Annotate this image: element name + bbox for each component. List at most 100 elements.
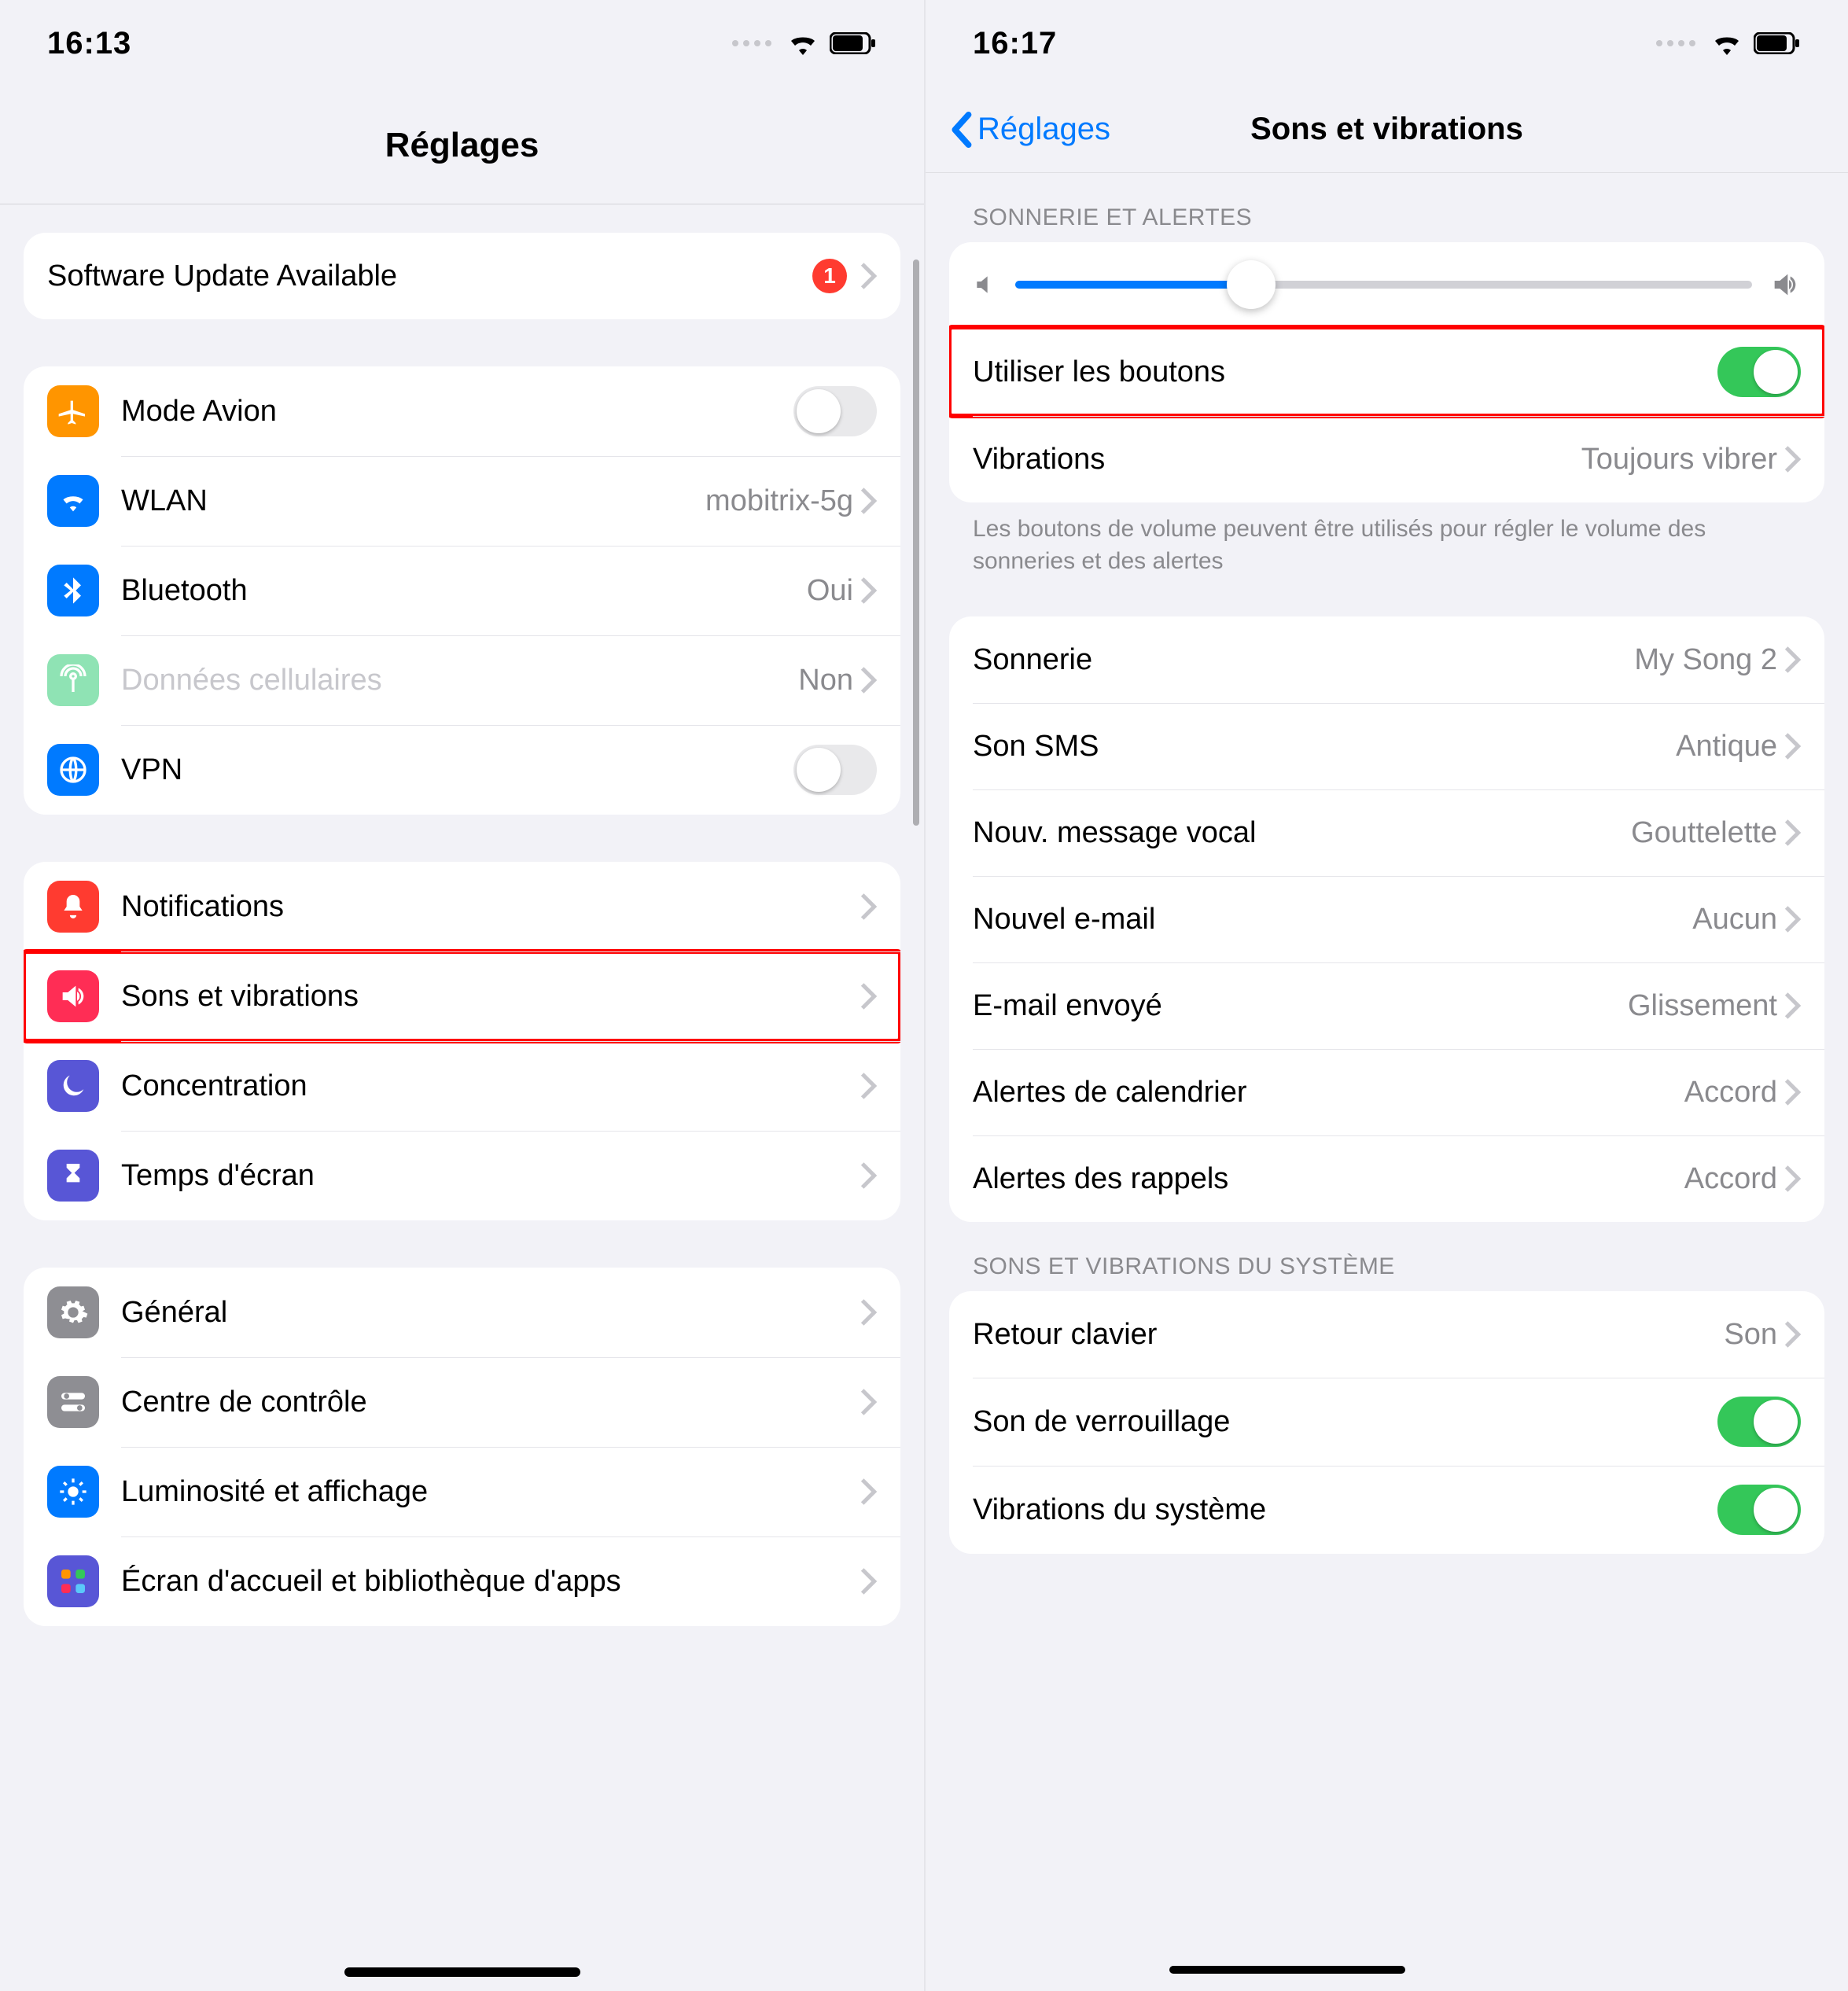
back-button[interactable]: Réglages bbox=[949, 112, 1110, 148]
general-row[interactable]: Général bbox=[24, 1268, 900, 1357]
sms-label: Son SMS bbox=[973, 730, 1676, 764]
cellular-value: Non bbox=[798, 664, 853, 697]
sysvib-toggle[interactable] bbox=[1717, 1485, 1801, 1535]
airplane-toggle[interactable] bbox=[793, 386, 877, 436]
email-row[interactable]: Nouvel e-mailAucun bbox=[949, 876, 1824, 962]
section-footer-ringer: Les boutons de volume peuvent être utili… bbox=[949, 502, 1824, 577]
use-buttons-row[interactable]: Utiliser les boutons bbox=[949, 327, 1824, 416]
notifications-row[interactable]: Notifications bbox=[24, 862, 900, 951]
lock-label: Son de verrouillage bbox=[973, 1405, 1717, 1439]
sms-row[interactable]: Son SMSAntique bbox=[949, 703, 1824, 789]
voicemail-row[interactable]: Nouv. message vocalGouttelette bbox=[949, 789, 1824, 876]
use-buttons-toggle[interactable] bbox=[1717, 347, 1801, 397]
antenna-icon bbox=[47, 654, 99, 706]
section-header-system: SONS ET VIBRATIONS DU SYSTÈME bbox=[949, 1222, 1824, 1291]
display-row[interactable]: Luminosité et affichage bbox=[24, 1447, 900, 1536]
phone-sounds: 16:17 Réglages Sons et vibrations SONNER… bbox=[924, 0, 1848, 1991]
keyboard-value: Son bbox=[1724, 1318, 1777, 1352]
wlan-row[interactable]: WLAN mobitrix-5g bbox=[24, 456, 900, 546]
homescreen-row[interactable]: Écran d'accueil et bibliothèque d'apps bbox=[24, 1536, 900, 1626]
speaker-icon bbox=[47, 970, 99, 1022]
bell-icon bbox=[47, 881, 99, 933]
voicemail-value: Gouttelette bbox=[1631, 816, 1777, 850]
vibration-value: Toujours vibrer bbox=[1581, 443, 1777, 477]
update-badge: 1 bbox=[812, 259, 847, 293]
vibration-row[interactable]: Vibrations Toujours vibrer bbox=[949, 416, 1824, 502]
volume-slider[interactable] bbox=[1015, 281, 1752, 289]
chevron-right-icon bbox=[861, 667, 877, 694]
cellular-row[interactable]: Données cellulaires Non bbox=[24, 635, 900, 725]
vibration-label: Vibrations bbox=[973, 443, 1581, 477]
bluetooth-value: Oui bbox=[807, 574, 853, 608]
ringtone-row[interactable]: SonnerieMy Song 2 bbox=[949, 616, 1824, 703]
status-bar: 16:13 bbox=[0, 0, 924, 86]
cellular-label: Données cellulaires bbox=[121, 664, 798, 697]
bluetooth-row[interactable]: Bluetooth Oui bbox=[24, 546, 900, 635]
wlan-value: mobitrix-5g bbox=[705, 484, 853, 518]
wifi-icon bbox=[787, 31, 819, 55]
control-center-label: Centre de contrôle bbox=[121, 1386, 861, 1419]
keyboard-label: Retour clavier bbox=[973, 1318, 1724, 1352]
chevron-right-icon bbox=[861, 983, 877, 1010]
vpn-toggle[interactable] bbox=[793, 745, 877, 795]
home-indicator[interactable] bbox=[344, 1967, 580, 1977]
screentime-row[interactable]: Temps d'écran bbox=[24, 1131, 900, 1220]
chevron-right-icon bbox=[1785, 1079, 1801, 1106]
vpn-row[interactable]: VPN bbox=[24, 725, 900, 815]
calendar-row[interactable]: Alertes de calendrierAccord bbox=[949, 1049, 1824, 1135]
chevron-right-icon bbox=[1785, 992, 1801, 1019]
chevron-right-icon bbox=[861, 1299, 877, 1326]
display-label: Luminosité et affichage bbox=[121, 1475, 861, 1509]
speaker-high-icon bbox=[1769, 269, 1801, 300]
use-buttons-label: Utiliser les boutons bbox=[973, 355, 1717, 389]
status-clock: 16:17 bbox=[973, 26, 1057, 61]
speaker-low-icon bbox=[973, 272, 998, 297]
chevron-right-icon bbox=[861, 488, 877, 514]
software-update-label: Software Update Available bbox=[47, 259, 812, 293]
sentmail-row[interactable]: E-mail envoyéGlissement bbox=[949, 962, 1824, 1049]
phone-settings: 16:13 Réglages Software Update Available… bbox=[0, 0, 924, 1991]
sounds-row[interactable]: Sons et vibrations bbox=[24, 951, 900, 1041]
bluetooth-icon bbox=[47, 565, 99, 616]
back-label: Réglages bbox=[977, 112, 1110, 147]
chevron-right-icon bbox=[1785, 446, 1801, 473]
chevron-right-icon bbox=[1785, 1321, 1801, 1348]
reminders-row[interactable]: Alertes des rappelsAccord bbox=[949, 1135, 1824, 1222]
keyboard-row[interactable]: Retour clavierSon bbox=[949, 1291, 1824, 1378]
sentmail-label: E-mail envoyé bbox=[973, 989, 1628, 1023]
volume-slider-row bbox=[949, 242, 1824, 327]
chevron-right-icon bbox=[861, 1389, 877, 1415]
section-header-ringer: SONNERIE ET ALERTES bbox=[949, 173, 1824, 242]
sysvib-label: Vibrations du système bbox=[973, 1493, 1717, 1527]
lock-row[interactable]: Son de verrouillage bbox=[949, 1378, 1824, 1466]
home-indicator[interactable] bbox=[1169, 1966, 1405, 1974]
slider-thumb[interactable] bbox=[1227, 260, 1276, 309]
wifi-settings-icon bbox=[47, 475, 99, 527]
control-center-row[interactable]: Centre de contrôle bbox=[24, 1357, 900, 1447]
nav-header: Réglages bbox=[0, 86, 924, 204]
screentime-label: Temps d'écran bbox=[121, 1159, 861, 1193]
chevron-left-icon bbox=[949, 112, 973, 148]
chevron-right-icon bbox=[861, 1073, 877, 1099]
chevron-right-icon bbox=[861, 1478, 877, 1505]
app-grid-icon bbox=[47, 1555, 99, 1607]
sysvib-row[interactable]: Vibrations du système bbox=[949, 1466, 1824, 1554]
globe-icon bbox=[47, 744, 99, 796]
toggles-icon bbox=[47, 1376, 99, 1428]
moon-icon bbox=[47, 1060, 99, 1112]
focus-row[interactable]: Concentration bbox=[24, 1041, 900, 1131]
notifications-label: Notifications bbox=[121, 890, 861, 924]
software-update-row[interactable]: Software Update Available 1 bbox=[24, 233, 900, 319]
bluetooth-label: Bluetooth bbox=[121, 574, 807, 608]
voicemail-label: Nouv. message vocal bbox=[973, 816, 1631, 850]
lock-toggle[interactable] bbox=[1717, 1397, 1801, 1447]
cellular-dots-icon bbox=[732, 40, 771, 46]
chevron-right-icon bbox=[861, 893, 877, 920]
scrollbar[interactable] bbox=[913, 259, 919, 826]
gear-icon bbox=[47, 1286, 99, 1338]
battery-icon bbox=[830, 32, 877, 54]
airplane-mode-row[interactable]: Mode Avion bbox=[24, 366, 900, 456]
email-value: Aucun bbox=[1692, 903, 1777, 937]
hourglass-icon bbox=[47, 1150, 99, 1202]
ringtone-value: My Song 2 bbox=[1634, 643, 1777, 677]
